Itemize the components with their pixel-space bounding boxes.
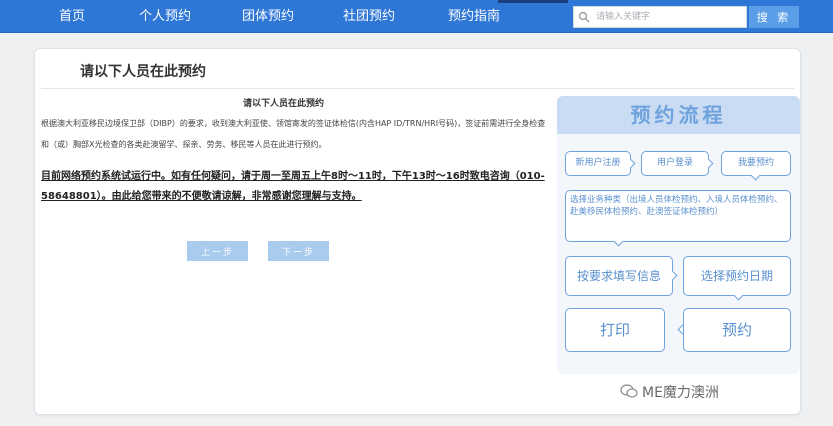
booking-flow-panel: 预约流程 新用户注册 用户登录 我要预约 选择业务种类（出境人员体检预约、入境人… xyxy=(557,96,800,374)
nav-item-club[interactable]: 社团预约 xyxy=(343,0,395,33)
main-card: 请以下人员在此预约 请以下人员在此预约 根据澳大利亚移民边境保卫部（DIBP）的… xyxy=(34,48,801,415)
nav-item-home[interactable]: 首页 xyxy=(59,0,85,33)
wechat-icon xyxy=(620,384,638,398)
nav-strip xyxy=(498,0,568,3)
page-title: 请以下人员在此预约 xyxy=(80,64,206,80)
flow-step-login: 用户登录 xyxy=(641,151,709,176)
prev-button[interactable]: 上一步 xyxy=(187,241,248,261)
flow-step-register: 新用户注册 xyxy=(565,151,631,176)
flow-step-fill-info: 按要求填写信息 xyxy=(565,256,673,296)
search-input[interactable] xyxy=(573,6,747,28)
content-body: 根据澳大利亚移民边境保卫部（DIBP）的要求，收到澳大利亚使、领馆寄发的签证体检… xyxy=(41,119,546,149)
title-divider xyxy=(41,88,794,89)
nav-item-personal[interactable]: 个人预约 xyxy=(139,0,191,33)
flow-step-booking: 预约 xyxy=(683,308,791,352)
nav-item-guide[interactable]: 预约指南 xyxy=(448,0,500,33)
flow-title: 预约流程 xyxy=(557,96,800,134)
nav-item-group[interactable]: 团体预约 xyxy=(242,0,294,33)
content-heading: 请以下人员在此预约 xyxy=(243,99,325,109)
notice-text: 目前网络预约系统试运行中。如有任何疑问，请于周一至周五上午8时～11时，下午13… xyxy=(41,171,545,202)
flow-step-print: 打印 xyxy=(565,308,665,352)
search-bar: 搜 索 xyxy=(573,6,799,28)
next-button[interactable]: 下一步 xyxy=(268,241,329,261)
flow-step-select-type: 选择业务种类（出境人员体检预约、入境人员体检预约、赴美移民体检预约、赴澳签证体检… xyxy=(565,190,791,242)
search-button[interactable]: 搜 索 xyxy=(749,6,799,28)
top-nav: 首页 个人预约 团体预约 社团预约 预约指南 搜 索 xyxy=(0,0,833,33)
flow-step-select-date: 选择预约日期 xyxy=(683,256,791,296)
watermark-text: ME魔力澳洲 xyxy=(642,385,719,401)
search-icon xyxy=(578,11,590,23)
